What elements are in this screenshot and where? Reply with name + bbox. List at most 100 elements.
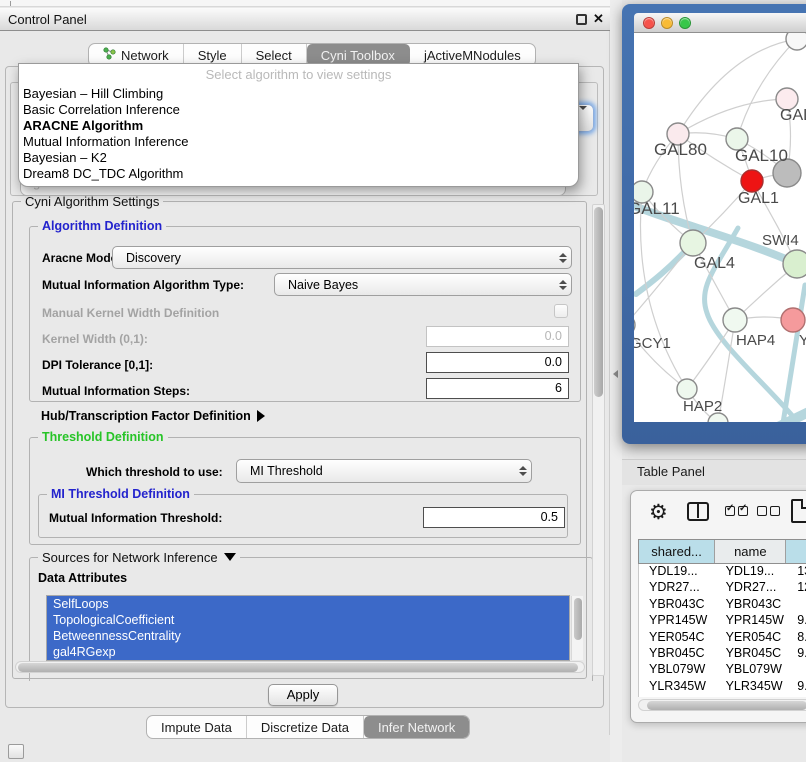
table-row[interactable]: YDL19...YDL19...13 bbox=[639, 564, 806, 580]
mi-type-combo[interactable]: Naive Bayes bbox=[274, 273, 572, 296]
mi-steps-label: Mutual Information Steps: bbox=[42, 384, 190, 398]
algorithm-option-aracne-algorithm[interactable]: ARACNE Algorithm bbox=[19, 118, 578, 134]
minimize-traffic-icon[interactable] bbox=[661, 17, 673, 29]
network-node[interactable] bbox=[723, 308, 747, 332]
network-node[interactable] bbox=[680, 230, 706, 256]
table-cell: YBR043C bbox=[716, 597, 788, 613]
kernel-width-field[interactable]: 0.0 bbox=[426, 326, 569, 347]
attribute-item-selfloops[interactable]: SelfLoops bbox=[47, 596, 569, 612]
network-view-window[interactable]: GALGAL80GAL10GAL1GAL11SWI4GAL4HAP4YGCY1H… bbox=[622, 4, 806, 444]
table-row[interactable]: YDR27...YDR27...12 bbox=[639, 580, 806, 596]
table-cell: YIL052C bbox=[716, 695, 788, 697]
dropdown-prompt: Select algorithm to view settings bbox=[19, 64, 578, 86]
network-node-label: GAL10 bbox=[735, 146, 788, 165]
table-row[interactable]: YER054CYER054C8. bbox=[639, 630, 806, 646]
algorithm-option-bayesian-k2[interactable]: Bayesian – K2 bbox=[19, 150, 578, 166]
hub-definition-toggle[interactable]: Hub/Transcription Factor Definition bbox=[41, 409, 265, 423]
network-canvas[interactable]: GALGAL80GAL10GAL1GAL11SWI4GAL4HAP4YGCY1H… bbox=[634, 33, 806, 422]
gear-icon[interactable]: ⚙ bbox=[649, 500, 668, 525]
settings-group-title: Cyni Algorithm Settings bbox=[21, 194, 163, 209]
apply-button[interactable]: Apply bbox=[268, 684, 338, 706]
bottom-tab-infer-network[interactable]: Infer Network bbox=[364, 716, 469, 738]
mi-type-label: Mutual Information Algorithm Type: bbox=[42, 278, 244, 292]
network-node[interactable] bbox=[783, 250, 806, 278]
table-cell: YLR345W bbox=[639, 679, 716, 695]
data-attributes-list[interactable]: SelfLoopsTopologicalCoefficientBetweenne… bbox=[46, 595, 570, 661]
table-cell: YPR145W bbox=[639, 613, 716, 629]
table-cell: YBR043C bbox=[639, 597, 716, 613]
mi-threshold-field[interactable]: 0.5 bbox=[423, 507, 565, 528]
attributes-list-scrollbar[interactable] bbox=[571, 596, 583, 660]
table-row[interactable]: YIL052CYIL052C9 bbox=[639, 695, 806, 697]
column-header-col3[interactable] bbox=[786, 540, 806, 563]
float-window-icon[interactable] bbox=[576, 14, 587, 25]
table-panel-title: Table Panel bbox=[637, 464, 705, 479]
network-node[interactable] bbox=[781, 308, 805, 332]
column-header-shared[interactable]: shared... bbox=[639, 540, 715, 563]
kernel-width-label: Kernel Width (0,1): bbox=[42, 332, 148, 346]
which-threshold-combo[interactable]: MI Threshold bbox=[236, 459, 532, 483]
aracne-mode-combo[interactable]: Discovery bbox=[112, 246, 572, 269]
table-row[interactable]: YBR045CYBR045C9. bbox=[639, 646, 806, 662]
mi-steps-field[interactable]: 6 bbox=[426, 378, 569, 399]
table-cell: YIL052C bbox=[639, 695, 716, 697]
network-node[interactable] bbox=[677, 379, 697, 399]
network-node[interactable] bbox=[741, 170, 763, 192]
bottom-tab-infer-network-label: Infer Network bbox=[378, 720, 455, 735]
close-traffic-icon[interactable] bbox=[643, 17, 655, 29]
table-cell: YDR27... bbox=[716, 580, 788, 596]
combo-stepper-icon bbox=[515, 466, 531, 476]
table-row[interactable]: YPR145WYPR145W9. bbox=[639, 613, 806, 629]
algorithm-definition-title: Algorithm Definition bbox=[38, 219, 166, 233]
attribute-item-gal4rgexp[interactable]: gal4RGexp bbox=[47, 644, 569, 660]
network-edge bbox=[780, 285, 805, 422]
settings-vertical-scrollbar[interactable] bbox=[592, 204, 605, 676]
attribute-item-topologicalcoefficient[interactable]: TopologicalCoefficient bbox=[47, 612, 569, 628]
table-cell: YBR045C bbox=[639, 646, 716, 662]
table-cell: 9 bbox=[787, 695, 806, 697]
mi-threshold-group: MI Threshold Definition Mutual Informati… bbox=[38, 494, 568, 538]
panel-divider[interactable] bbox=[610, 0, 622, 762]
sources-group-title: Sources for Network Inference bbox=[38, 550, 240, 565]
network-node-label: GAL80 bbox=[654, 140, 707, 159]
algorithm-option-mutual-information-inference[interactable]: Mutual Information Inference bbox=[19, 134, 578, 150]
network-window-titlebar[interactable] bbox=[634, 13, 806, 33]
settings-horizontal-scrollbar[interactable] bbox=[15, 661, 585, 673]
dpi-tolerance-field[interactable]: 0.0 bbox=[426, 352, 569, 373]
network-edge bbox=[636, 246, 690, 294]
zoom-traffic-icon[interactable] bbox=[679, 17, 691, 29]
manual-kernel-label: Manual Kernel Width Definition bbox=[42, 306, 219, 320]
tab-style-label: Style bbox=[198, 48, 227, 63]
close-icon[interactable]: ✕ bbox=[593, 11, 604, 27]
table-row[interactable]: YBL079WYBL079W bbox=[639, 662, 806, 678]
tab-select-label: Select bbox=[256, 48, 292, 63]
minimized-panel-icon[interactable] bbox=[8, 744, 24, 759]
data-attributes-label: Data Attributes bbox=[38, 571, 127, 585]
column-header-name[interactable]: name bbox=[715, 540, 786, 563]
bottom-tab-impute-data[interactable]: Impute Data bbox=[147, 716, 247, 738]
table-row[interactable]: YBR043CYBR043C bbox=[639, 597, 806, 613]
select-all-checkboxes-icon[interactable] bbox=[725, 506, 748, 516]
network-node[interactable] bbox=[634, 315, 635, 335]
network-node-label: HAP4 bbox=[736, 332, 775, 349]
network-node[interactable] bbox=[786, 33, 806, 50]
table-horizontal-scrollbar[interactable] bbox=[638, 699, 806, 711]
divider-handle-icon bbox=[613, 370, 618, 378]
columns-icon[interactable] bbox=[687, 502, 709, 521]
bottom-tab-discretize-data[interactable]: Discretize Data bbox=[247, 716, 364, 738]
table-toolbar: ⚙ bbox=[631, 491, 806, 535]
algorithm-option-basic-correlation-inference[interactable]: Basic Correlation Inference bbox=[19, 102, 578, 118]
network-node-label: GCY1 bbox=[634, 335, 671, 352]
combo-stepper-icon bbox=[555, 280, 571, 290]
deselect-all-checkboxes-icon[interactable] bbox=[757, 506, 780, 516]
network-node-label: GAL bbox=[780, 107, 806, 124]
algorithm-option-dream8-dc-tdc-algorithm[interactable]: Dream8 DC_TDC Algorithm bbox=[19, 166, 578, 182]
manual-kernel-checkbox[interactable] bbox=[554, 304, 568, 318]
table-cell: 9. bbox=[787, 613, 806, 629]
algorithm-option-bayesian-hill-climbing[interactable]: Bayesian – Hill Climbing bbox=[19, 86, 578, 102]
attribute-item-betweennesscentrality[interactable]: BetweennessCentrality bbox=[47, 628, 569, 644]
bottom-tab-impute-data-label: Impute Data bbox=[161, 720, 232, 735]
document-icon[interactable] bbox=[791, 499, 806, 523]
table-cell: YBR045C bbox=[716, 646, 788, 662]
table-row[interactable]: YLR345WYLR345W9. bbox=[639, 679, 806, 695]
